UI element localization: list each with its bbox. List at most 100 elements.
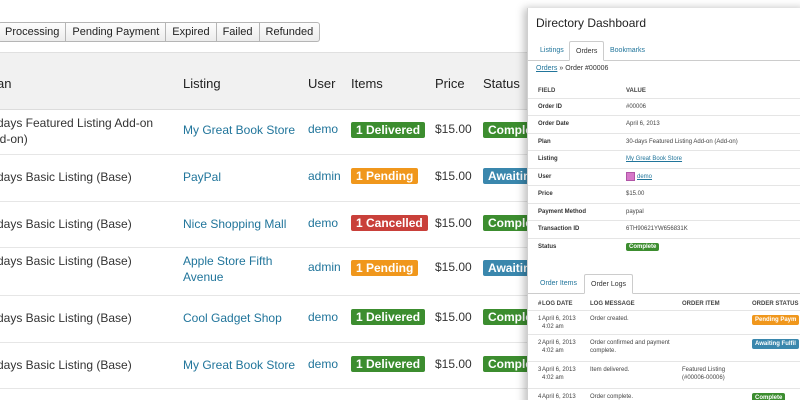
directory-dashboard-panel: Directory Dashboard Listings Orders Book… <box>527 8 800 400</box>
detail-key: Payment Method <box>528 202 626 221</box>
log-date: April 6, 2013 <box>542 339 576 346</box>
detail-value: paypal <box>626 202 800 221</box>
detail-value: #00006 <box>626 97 800 116</box>
detail-row-order-id: Order ID #00006 <box>528 97 800 116</box>
detail-value: April 6, 2013 <box>626 115 800 133</box>
user-link[interactable]: demo <box>308 357 338 371</box>
tab-order-logs[interactable]: Order Logs <box>584 274 634 294</box>
detail-row-user: User demo <box>528 167 800 186</box>
log-row: 4 April 6, 20134:02 am Order complete. C… <box>528 387 800 400</box>
plan-cell: -days Basic Listing (Base) <box>0 253 132 269</box>
detail-value: 30-days Featured Listing Add-on (Add-on) <box>626 132 800 151</box>
column-items: Items <box>351 76 383 91</box>
user-link[interactable]: demo <box>308 310 338 324</box>
breadcrumb-current: Order #00006 <box>565 65 609 72</box>
filter-processing[interactable]: Processing <box>0 22 67 42</box>
order-logs-table: # LOG DATE LOG MESSAGE ORDER ITEM ORDER … <box>528 296 800 400</box>
listing-name: My Great Book Store <box>183 358 296 372</box>
log-date: April 6, 2013 <box>542 393 576 400</box>
detail-value: 6TH90621YW656831K <box>626 220 800 238</box>
log-status-badge: Pending Paym <box>752 314 800 325</box>
breadcrumb: Orders » Order #00006 <box>536 65 608 72</box>
user-link[interactable]: admin <box>308 260 341 274</box>
status-badge: Complete <box>626 243 660 251</box>
detail-key: Status <box>528 237 626 256</box>
log-status-cell: Pending Paym <box>752 309 800 334</box>
user-link[interactable]: admin <box>308 169 341 183</box>
log-num: 2 <box>528 333 542 361</box>
detail-row-payment-method: Payment Method paypal <box>528 202 800 221</box>
log-order-item <box>682 333 752 361</box>
listing-link[interactable]: Nice Shopping Mall <box>183 216 286 232</box>
plan-text: -days Basic Listing (Base) <box>0 254 132 268</box>
tab-listings[interactable]: Listings <box>534 41 570 61</box>
detail-row-price: Price $15.00 <box>528 185 800 203</box>
items-badge: 1 Delivered <box>351 122 426 138</box>
log-status-badge: Complete <box>752 392 786 400</box>
plan-cell: -days Basic Listing (Base) <box>0 169 132 185</box>
breadcrumb-orders-link[interactable]: Orders <box>536 65 557 72</box>
panel-title: Directory Dashboard <box>536 16 647 30</box>
plan-text: -days Featured Listing Add-on <box>0 116 154 130</box>
log-num: 1 <box>528 309 542 334</box>
column-status: Status <box>483 76 520 91</box>
log-date: April 6, 2013 <box>542 315 576 322</box>
filter-pending-payment[interactable]: Pending Payment <box>66 22 167 42</box>
tab-orders[interactable]: Orders <box>569 41 605 61</box>
listing-link[interactable]: Cool Gadget Shop <box>183 310 282 326</box>
log-date-header: LOG DATE <box>542 301 573 307</box>
log-row: 1 April 6, 2013 4:02 am Order created. Pe… <box>528 309 800 334</box>
filter-failed[interactable]: Failed <box>216 22 260 42</box>
listing-link[interactable]: Apple Store Fifth Avenue <box>183 253 272 285</box>
log-order-item <box>682 309 752 334</box>
tab-order-items[interactable]: Order Items <box>534 274 583 294</box>
log-message: Order created. <box>590 309 682 334</box>
log-date-cell: April 6, 20134:02 am <box>542 387 590 400</box>
logs-header-row: # LOG DATE LOG MESSAGE ORDER ITEM ORDER … <box>528 296 800 310</box>
column-user[interactable]: User <box>308 76 335 91</box>
plan-text: -days Basic Listing (Base) <box>0 358 132 372</box>
log-num: 3 <box>528 360 542 388</box>
listing-link[interactable]: My Great Book Store <box>183 357 295 373</box>
avatar <box>626 172 635 182</box>
field-header: FIELD <box>538 87 556 94</box>
listing-name: My Great Book Store <box>183 123 296 137</box>
listing-link[interactable]: My Great Book Store <box>626 156 682 162</box>
dashboard-tabs: Listings Orders Bookmarks <box>528 41 800 61</box>
log-row: 3 April 6, 2013 4:02 am Item delivered. F… <box>528 360 800 388</box>
log-status-cell <box>752 360 800 388</box>
plan-cell: -days Basic Listing (Base) <box>0 216 132 232</box>
detail-row-order-date: Order Date April 6, 2013 <box>528 115 800 133</box>
listing-name: Apple Store Fifth <box>183 254 273 268</box>
listing-link[interactable]: PayPal <box>183 169 221 185</box>
column-plan[interactable]: an <box>0 76 11 91</box>
detail-key: Plan <box>528 132 626 151</box>
filter-expired[interactable]: Expired <box>166 22 217 42</box>
tab-bookmarks[interactable]: Bookmarks <box>604 41 651 61</box>
order-sub-tabs: Order Items Order Logs <box>528 274 800 294</box>
log-date: April 6, 2013 <box>542 366 576 373</box>
log-date-cell: April 6, 20134:02 am <box>542 333 590 361</box>
column-price[interactable]: Price <box>435 76 465 91</box>
plan-text-cont: dd-on) <box>0 132 28 146</box>
items-badge: 1 Pending <box>351 168 419 184</box>
log-time: 4:02 am <box>542 347 564 354</box>
log-time: 4:02 am <box>542 374 564 381</box>
user-link[interactable]: demo <box>637 174 652 180</box>
plan-text: -days Basic Listing (Base) <box>0 217 132 231</box>
log-message: Item delivered. <box>590 360 682 388</box>
filter-refunded[interactable]: Refunded <box>259 22 321 42</box>
log-message-header: LOG MESSAGE <box>590 301 635 307</box>
price-value: $15.00 <box>435 357 472 371</box>
listing-name: Cool Gadget Shop <box>183 311 282 325</box>
price-value: $15.00 <box>435 122 472 136</box>
items-badge: 1 Pending <box>351 260 419 276</box>
log-date-cell: April 6, 20134:02 am <box>542 309 590 334</box>
listing-link[interactable]: My Great Book Store <box>183 122 295 138</box>
log-status-header: ORDER STATUS <box>752 301 799 307</box>
user-link[interactable]: demo <box>308 216 338 230</box>
plan-text: -days Basic Listing (Base) <box>0 170 132 184</box>
column-listing[interactable]: Listing <box>183 76 221 91</box>
detail-key: Listing <box>528 150 626 168</box>
user-link[interactable]: demo <box>308 122 338 136</box>
